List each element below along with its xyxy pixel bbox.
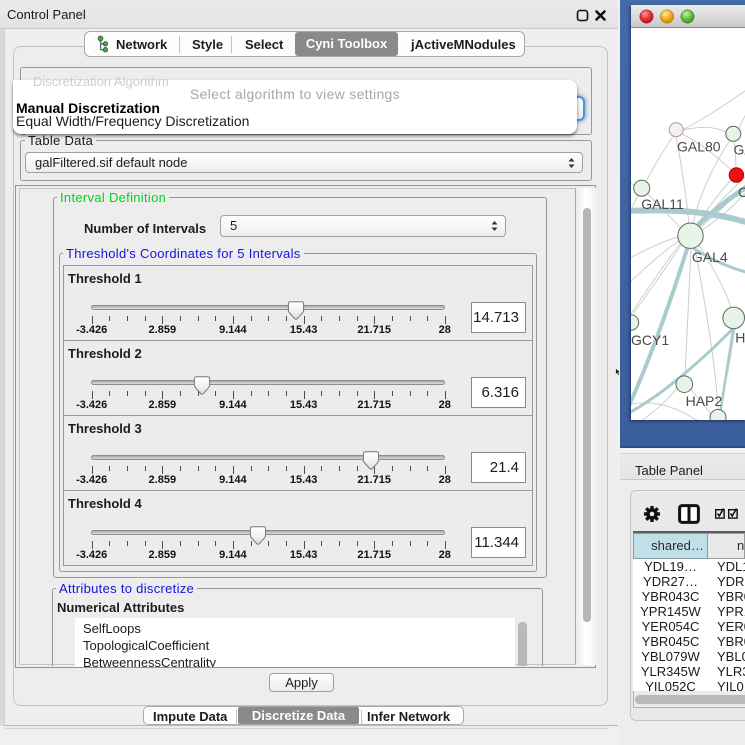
svg-text:H: H	[735, 330, 745, 346]
svg-text:GAL: GAL	[734, 142, 745, 158]
svg-text:GCY1: GCY1	[631, 332, 669, 348]
svg-text:GAL4: GAL4	[692, 249, 728, 265]
svg-text:GAL80: GAL80	[677, 139, 721, 155]
svg-text:HAP2: HAP2	[686, 393, 723, 409]
svg-text:GAL11: GAL11	[641, 196, 684, 212]
svg-text:C: C	[738, 184, 745, 200]
